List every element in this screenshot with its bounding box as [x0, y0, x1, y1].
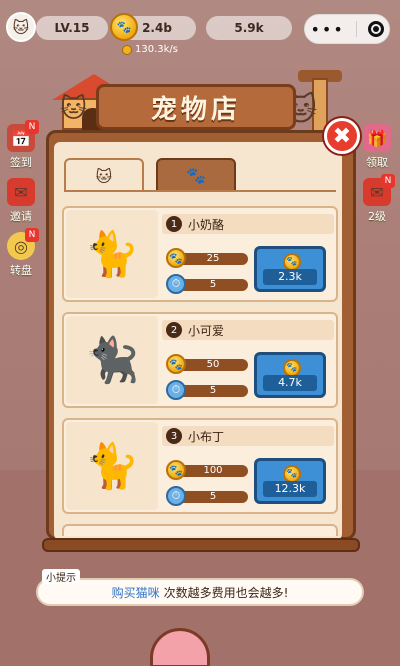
mini-program-capsule: ••• — [304, 14, 390, 44]
name-strip: 1 小奶酪 — [162, 214, 334, 234]
clock-icon: ⏱ — [166, 380, 186, 400]
sign-in-label: 签到 — [10, 156, 32, 169]
calendar-icon: 📅 N — [7, 120, 39, 152]
paw-coin-icon: 🐾 — [166, 460, 186, 480]
coin-icon — [122, 44, 132, 55]
gems-pill: 5.9k — [206, 16, 292, 40]
claim-button[interactable]: 🎁 领取 — [360, 124, 394, 170]
level-text: LV.15 — [54, 21, 90, 35]
tab-cats[interactable]: 🐱 — [64, 158, 144, 192]
claim-label: 领取 — [366, 156, 388, 169]
rank-badge: 1 — [166, 216, 182, 232]
coin-rate-value: 25 — [178, 253, 248, 265]
modal-bottom-bar — [42, 538, 360, 552]
new-badge: N — [25, 120, 39, 134]
avatar[interactable]: 🐱 — [6, 12, 36, 42]
gems-value: 5.9k — [234, 21, 264, 35]
exit-icon[interactable] — [367, 21, 384, 37]
time-stat: 5 ⏱ — [166, 486, 248, 506]
coin-rate-stat: 100 🐾 — [166, 460, 248, 480]
coins-value: 2.4b — [142, 21, 172, 35]
clock-icon: ⏱ — [166, 486, 186, 506]
list-item — [62, 524, 338, 536]
tab-underline — [64, 190, 336, 192]
cat-portrait: 🐈 — [66, 422, 158, 510]
list-item: 🐈 3 小布丁 100 🐾 5 ⏱ 🐾 12.3k — [62, 418, 338, 514]
time-value: 5 — [178, 385, 248, 397]
level-pill: LV.15 — [36, 16, 108, 40]
paw-coin-icon: 🐾 — [166, 248, 186, 268]
wheel-button[interactable]: ◎ N 转盘 — [4, 228, 39, 278]
capsule-divider — [355, 21, 357, 37]
envelope-icon: ✉ N — [363, 174, 395, 206]
coin-rate-stat: 25 🐾 — [166, 248, 248, 268]
pet-name: 小可爱 — [188, 323, 225, 338]
tip-text: 次数越多费用也会越多! — [163, 585, 289, 600]
price-label: 4.7k — [263, 375, 317, 391]
paw-coin-icon: 🐾 — [166, 354, 186, 374]
tip-bar: 购买猫咪 次数越多费用也会越多! — [36, 578, 364, 606]
coin-rate-stat: 50 🐾 — [166, 354, 248, 374]
cat-portrait: 🐈‍⬛ — [66, 316, 158, 404]
shop-title: 宠物店 — [150, 94, 241, 125]
close-button[interactable]: ✖ — [324, 118, 360, 154]
close-icon: ✖ — [332, 123, 352, 149]
shop-title-banner: 宠物店 — [96, 84, 296, 130]
coin-rate-value: 100 — [178, 465, 248, 477]
tip-highlight: 购买猫咪 — [111, 585, 160, 600]
sign-in-button[interactable]: 📅 N 签到 — [4, 120, 39, 170]
coins-pill: 🐾 2.4b — [110, 13, 196, 41]
more-icon[interactable]: ••• — [310, 20, 344, 39]
shop-tabs: 🐱 🐾 — [64, 158, 336, 192]
tip-label: 小提示 — [42, 569, 80, 584]
orange-cat-icon: 🐈 — [84, 229, 140, 280]
name-strip: 2 小可爱 — [162, 320, 334, 340]
wheel-label: 转盘 — [10, 264, 32, 277]
name-strip: 3 小布丁 — [162, 426, 334, 446]
pet-name: 小布丁 — [188, 429, 225, 444]
wheel-icon: ◎ N — [7, 228, 39, 260]
cat-portrait: 🐈 — [66, 210, 158, 298]
price-label: 12.3k — [263, 481, 317, 497]
coin-rate-value: 50 — [178, 359, 248, 371]
list-item: 🐈 1 小奶酪 25 🐾 5 ⏱ 🐾 2.3k — [62, 206, 338, 302]
time-stat: 5 ⏱ — [166, 380, 248, 400]
paw-icon: 🐾 — [186, 165, 206, 185]
tab-items[interactable]: 🐾 — [156, 158, 236, 192]
price-label: 2.3k — [263, 269, 317, 285]
income-rate: 130.3k/s — [122, 44, 178, 55]
envelope-icon: ✉ — [7, 178, 35, 206]
invite-label: 邀请 — [10, 210, 32, 223]
pet-list[interactable]: 🐈 1 小奶酪 25 🐾 5 ⏱ 🐾 2.3k 🐈‍⬛ 2 小可爱 50 🐾 — [62, 206, 338, 536]
paw-coin-icon: 🐾 — [110, 13, 138, 41]
rank-badge: 3 — [166, 428, 182, 444]
pet-name: 小奶酪 — [188, 217, 225, 232]
buy-button[interactable]: 🐾 4.7k — [254, 352, 326, 398]
level-reward-button[interactable]: ✉ N 2级 — [360, 174, 395, 224]
orange-white-cat-icon: 🐈 — [84, 441, 140, 492]
rank-badge: 2 — [166, 322, 182, 338]
grey-cat-icon: 🐈‍⬛ — [84, 335, 140, 386]
new-badge: N — [25, 228, 39, 242]
gift-icon: 🎁 — [363, 124, 391, 152]
time-stat: 5 ⏱ — [166, 274, 248, 294]
top-bar: 🐱 LV.15 🐾 2.4b 5.9k 130.3k/s ••• — [0, 6, 400, 55]
time-value: 5 — [178, 279, 248, 291]
clock-icon: ⏱ — [166, 274, 186, 294]
invite-button[interactable]: ✉ 邀请 — [4, 178, 38, 224]
sleeping-cat-icon: 🐱 — [60, 94, 88, 124]
buy-button[interactable]: 🐾 2.3k — [254, 246, 326, 292]
list-item: 🐈‍⬛ 2 小可爱 50 🐾 5 ⏱ 🐾 4.7k — [62, 312, 338, 408]
level-reward-label: 2级 — [368, 210, 386, 223]
new-badge: N — [381, 174, 395, 188]
buy-button[interactable]: 🐾 12.3k — [254, 458, 326, 504]
time-value: 5 — [178, 491, 248, 503]
cat-icon: 🐱 — [95, 166, 113, 186]
income-rate-text: 130.3k/s — [135, 44, 178, 55]
